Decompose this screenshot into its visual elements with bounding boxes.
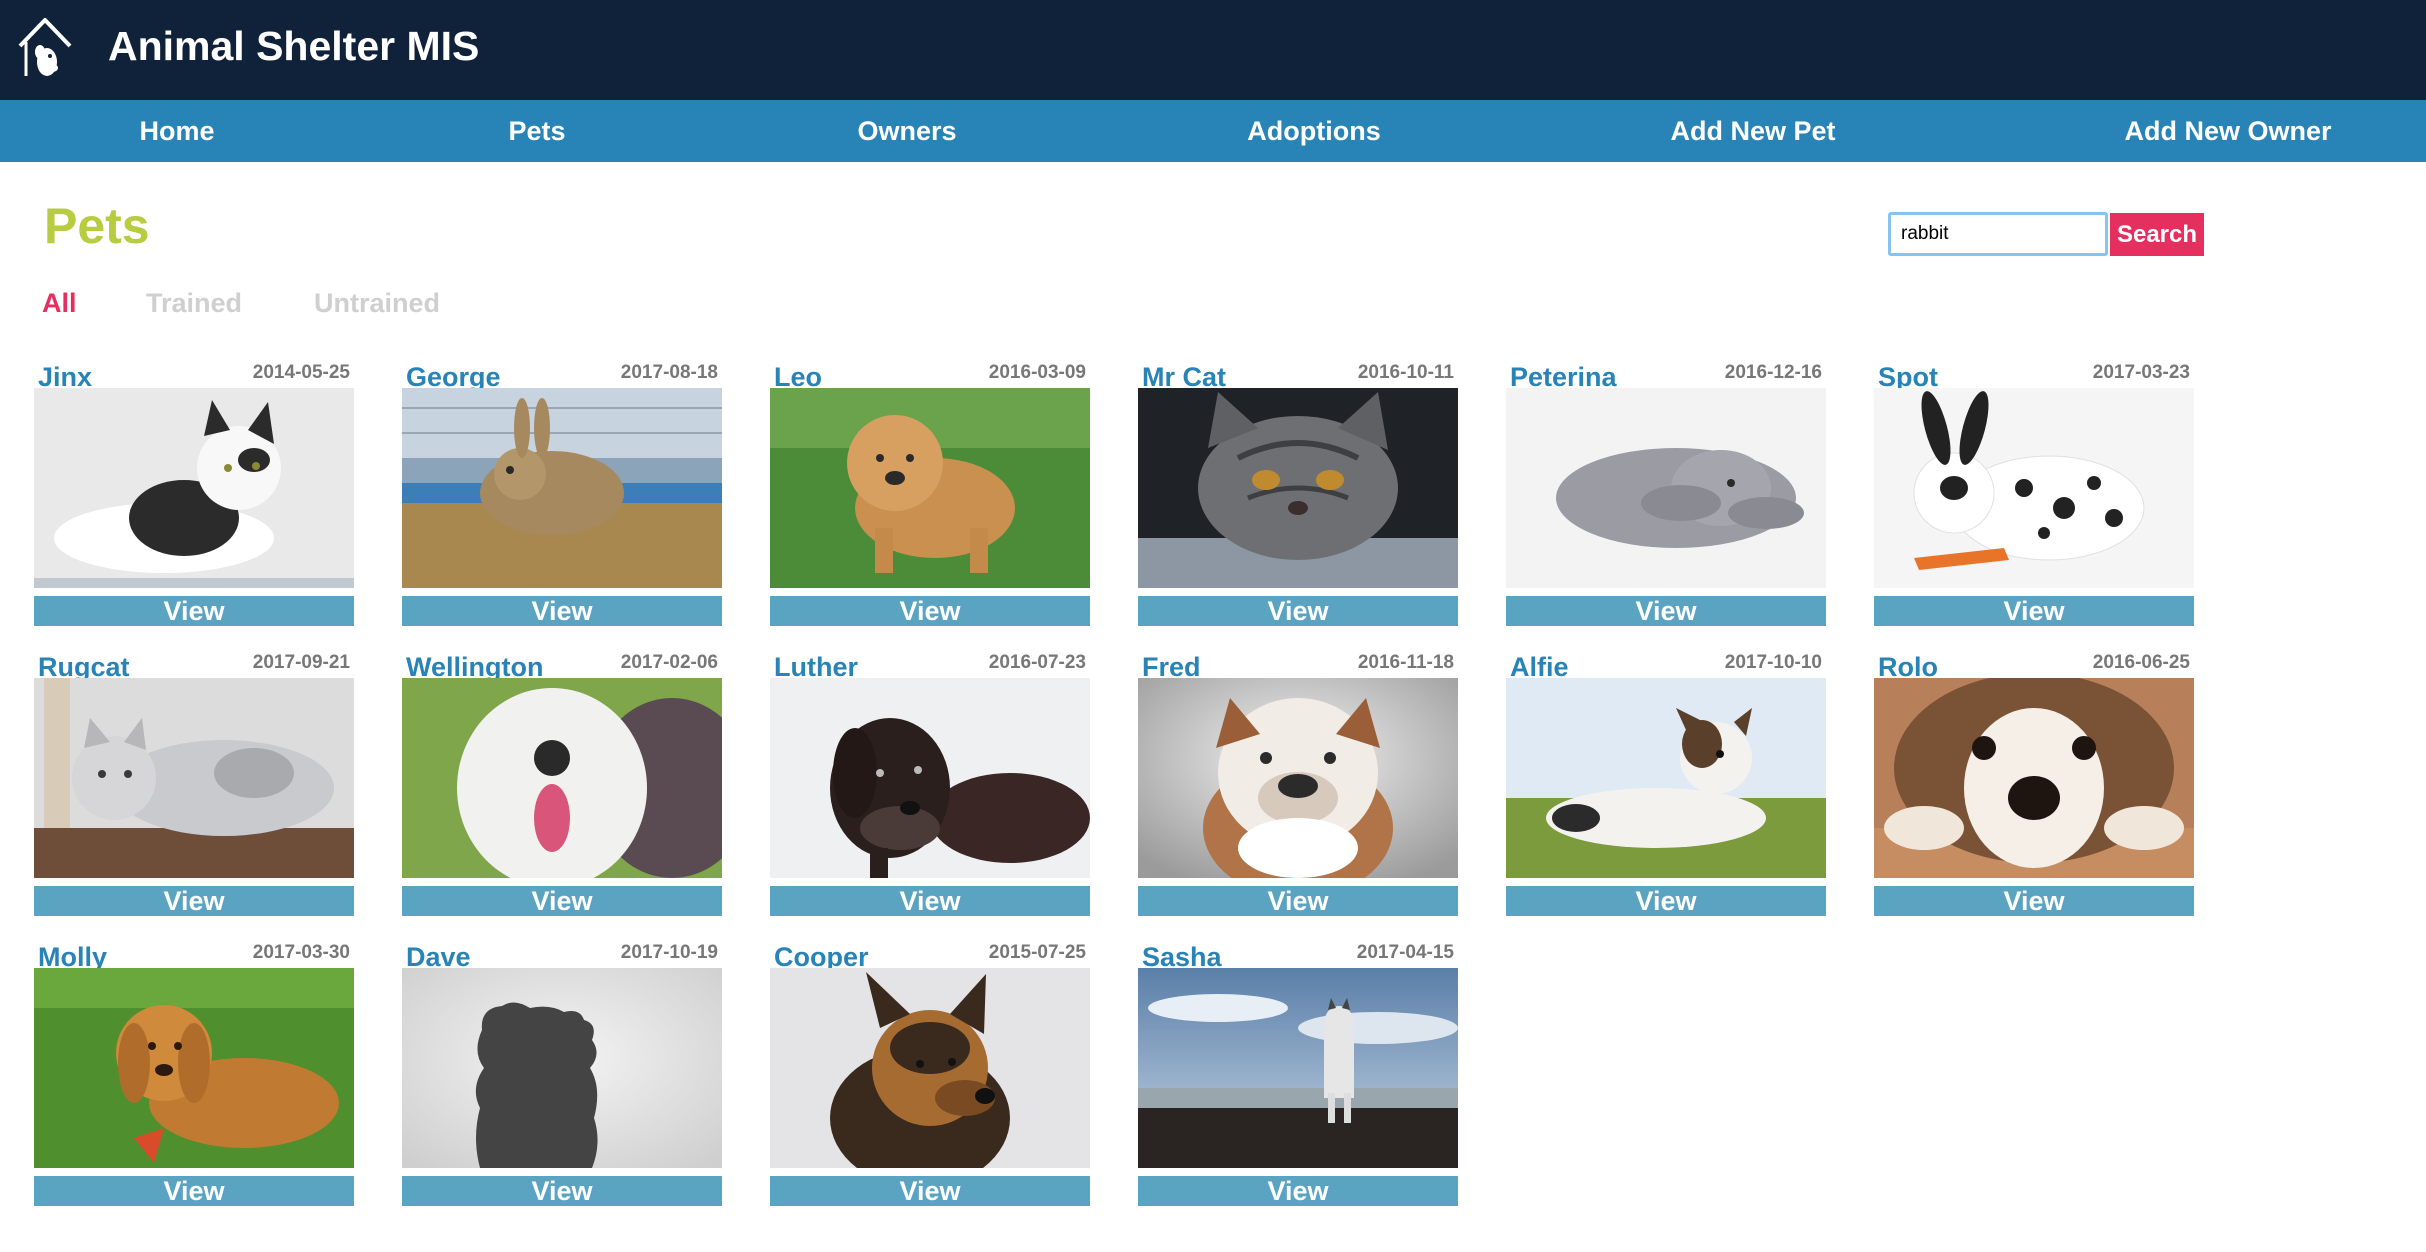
pet-date: 2014-05-25 bbox=[252, 362, 350, 383]
pet-date: 2017-09-21 bbox=[252, 652, 350, 673]
german-shepherd-photo bbox=[770, 968, 1090, 1168]
view-button[interactable]: View bbox=[1874, 886, 2194, 916]
view-button[interactable]: View bbox=[1138, 596, 1458, 626]
search-input[interactable] bbox=[1888, 212, 2108, 256]
view-button[interactable]: View bbox=[1138, 886, 1458, 916]
pet-card: Leo 2016-03-09 View bbox=[770, 358, 1090, 638]
nav-add-new-pet[interactable]: Add New Pet bbox=[1670, 100, 1835, 162]
filter-untrained[interactable]: Untrained bbox=[314, 288, 440, 318]
pet-date: 2016-07-23 bbox=[988, 652, 1086, 673]
nav-owners[interactable]: Owners bbox=[857, 100, 956, 162]
view-button[interactable]: View bbox=[770, 886, 1090, 916]
pet-card: Sasha 2017-04-15 View bbox=[1138, 938, 1458, 1218]
fluffy-kitten-photo bbox=[34, 678, 354, 878]
pet-card: Luther 2016-07-23 View bbox=[770, 648, 1090, 928]
main-nav: Home Pets Owners Adoptions Add New Pet A… bbox=[0, 100, 2426, 162]
chow-chow-dog-photo bbox=[770, 388, 1090, 588]
placeholder-dog-silhouette-photo bbox=[402, 968, 722, 1168]
pet-date: 2016-06-25 bbox=[2092, 652, 2190, 673]
golden-retriever-photo bbox=[34, 968, 354, 1168]
black-labrador-photo bbox=[770, 678, 1090, 878]
page-title: Pets bbox=[44, 198, 150, 254]
spotted-rabbit-photo bbox=[1874, 388, 2194, 588]
pet-card: Jinx 2014-05-25 View bbox=[34, 358, 354, 638]
pet-card: Wellington 2017-02-06 View bbox=[402, 648, 722, 928]
jack-russell-photo bbox=[1506, 678, 1826, 878]
app-title: Animal Shelter MIS bbox=[108, 23, 480, 69]
view-button[interactable]: View bbox=[402, 596, 722, 626]
pet-card: Cooper 2015-07-25 View bbox=[770, 938, 1090, 1218]
pet-date: 2017-04-15 bbox=[1356, 942, 1454, 963]
search-button[interactable]: Search bbox=[2110, 213, 2204, 256]
pet-card: Mr Cat 2016-10-11 View bbox=[1138, 358, 1458, 638]
pet-date: 2017-10-19 bbox=[620, 942, 718, 963]
nav-home[interactable]: Home bbox=[139, 100, 214, 162]
view-button[interactable]: View bbox=[34, 1176, 354, 1206]
pet-card: Dave 2017-10-19 View bbox=[402, 938, 722, 1218]
view-button[interactable]: View bbox=[402, 1176, 722, 1206]
view-button[interactable]: View bbox=[402, 886, 722, 916]
white-black-cat-photo bbox=[34, 388, 354, 588]
pet-date: 2017-02-06 bbox=[620, 652, 718, 673]
house-pet-logo-icon[interactable] bbox=[14, 12, 76, 84]
pet-card: Molly 2017-03-30 View bbox=[34, 938, 354, 1218]
pet-date: 2017-08-18 bbox=[620, 362, 718, 383]
nav-pets[interactable]: Pets bbox=[508, 100, 565, 162]
view-button[interactable]: View bbox=[34, 886, 354, 916]
view-button[interactable]: View bbox=[770, 1176, 1090, 1206]
pet-date: 2017-03-23 bbox=[2092, 362, 2190, 383]
brown-rabbit-photo bbox=[402, 388, 722, 588]
pet-card: Alfie 2017-10-10 View bbox=[1506, 648, 1826, 928]
pet-card: Rugcat 2017-09-21 View bbox=[34, 648, 354, 928]
top-header: Animal Shelter MIS bbox=[0, 0, 2426, 100]
pet-date: 2016-12-16 bbox=[1724, 362, 1822, 383]
pet-card: Peterina 2016-12-16 View bbox=[1506, 358, 1826, 638]
grey-lop-rabbit-photo bbox=[1506, 388, 1826, 588]
tabby-cat-photo bbox=[1138, 388, 1458, 588]
view-button[interactable]: View bbox=[1506, 886, 1826, 916]
corgi-puppy-photo bbox=[1874, 678, 2194, 878]
husky-beach-photo bbox=[1138, 968, 1458, 1168]
view-button[interactable]: View bbox=[34, 596, 354, 626]
pet-date: 2017-10-10 bbox=[1724, 652, 1822, 673]
pet-card: Spot 2017-03-23 View bbox=[1874, 358, 2194, 638]
view-button[interactable]: View bbox=[1138, 1176, 1458, 1206]
filter-all[interactable]: All bbox=[42, 288, 77, 318]
nav-adoptions[interactable]: Adoptions bbox=[1247, 100, 1380, 162]
pet-date: 2015-07-25 bbox=[988, 942, 1086, 963]
view-button[interactable]: View bbox=[1506, 596, 1826, 626]
pet-date: 2016-10-11 bbox=[1357, 362, 1454, 383]
pet-card: Fred 2016-11-18 View bbox=[1138, 648, 1458, 928]
filter-trained[interactable]: Trained bbox=[146, 288, 242, 318]
view-button[interactable]: View bbox=[770, 596, 1090, 626]
pet-date: 2017-03-30 bbox=[252, 942, 350, 963]
pet-date: 2016-03-09 bbox=[988, 362, 1086, 383]
sheepdog-photo bbox=[402, 678, 722, 878]
pet-date: 2016-11-18 bbox=[1357, 652, 1454, 673]
view-button[interactable]: View bbox=[1874, 596, 2194, 626]
pet-card: George 2017-08-18 View bbox=[402, 358, 722, 638]
pet-card: Rolo 2016-06-25 View bbox=[1874, 648, 2194, 928]
nav-add-new-owner[interactable]: Add New Owner bbox=[2124, 100, 2331, 162]
bulldog-photo bbox=[1138, 678, 1458, 878]
